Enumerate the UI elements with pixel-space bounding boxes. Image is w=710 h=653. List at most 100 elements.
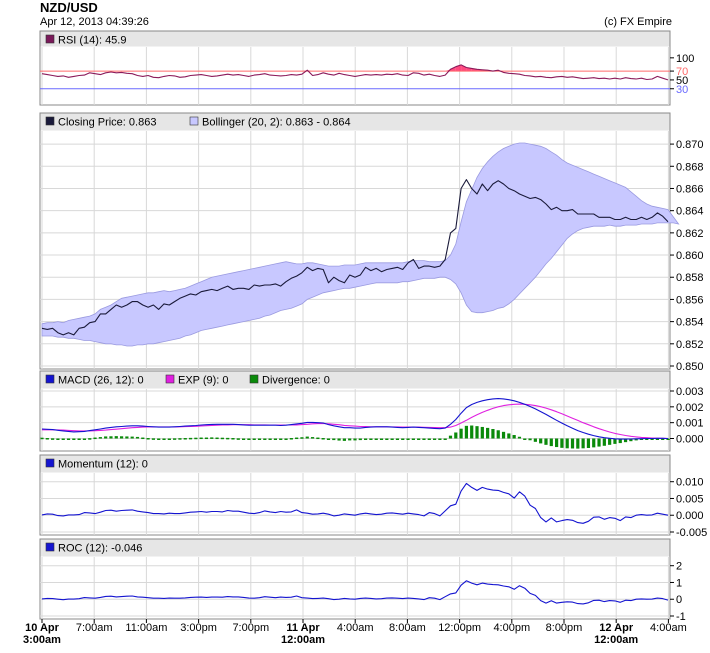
- divergence-bar: [592, 438, 596, 448]
- price-ytick-label: 0.854: [676, 317, 704, 329]
- divergence-bar: [98, 437, 102, 439]
- divergence-bar: [82, 438, 87, 440]
- divergence-bar: [576, 438, 580, 449]
- price-ytick-label: 0.856: [676, 294, 704, 306]
- price-ytick-label: 0.864: [676, 206, 704, 218]
- divergence-bar: [560, 438, 564, 448]
- divergence-bar: [45, 438, 49, 440]
- divergence-bar: [411, 438, 415, 440]
- divergence-bar: [417, 438, 421, 440]
- rsi-legend-bar: [40, 31, 670, 47]
- roc-panel: 210-1ROC (12): -0.046: [39, 538, 686, 623]
- macd-ytick-label: 0.002: [676, 402, 704, 414]
- divergence-bar: [316, 437, 320, 440]
- divergence-bar: [210, 437, 214, 439]
- divergence-bar: [119, 436, 124, 439]
- momentum-ytick-label: 0.010: [676, 477, 704, 489]
- price-ytick-label: 0.862: [676, 228, 704, 240]
- divergence-bar: [517, 436, 522, 439]
- xtick-label: 11:00am: [125, 622, 167, 634]
- divergence-bar: [72, 438, 76, 440]
- rsi-legend-swatch: [45, 34, 55, 44]
- macd-legend-swatch: [249, 374, 259, 384]
- divergence-bar: [432, 438, 437, 440]
- divergence-bar: [454, 432, 458, 439]
- divergence-bar: [226, 437, 230, 440]
- price-legend-swatch: [189, 116, 199, 126]
- divergence-bar: [443, 438, 447, 440]
- divergence-bar: [565, 438, 569, 449]
- divergence-bar: [496, 430, 500, 439]
- indicator-chart: 100705030RSI (14): 45.90.8700.8680.8660.…: [23, 30, 707, 646]
- rsi-legend-label: RSI (14): 45.9: [58, 35, 126, 47]
- divergence-bar: [401, 438, 405, 440]
- divergence-bar: [326, 438, 331, 440]
- price-legend-swatch: [45, 116, 55, 126]
- xtick-label: 8:00am: [389, 622, 426, 634]
- xtick-label: 4:00am: [650, 622, 687, 634]
- divergence-bar: [379, 438, 384, 440]
- macd-legend-swatch: [45, 374, 55, 384]
- divergence-bar: [114, 436, 118, 439]
- roc-ytick-label: 0: [676, 594, 682, 606]
- divergence-bar: [337, 438, 341, 441]
- macd-ytick-label: 0.000: [676, 434, 704, 446]
- xtick-label-date: 12:00am: [594, 634, 638, 646]
- divergence-bar: [448, 435, 453, 439]
- divergence-bar: [528, 438, 532, 441]
- divergence-bar: [305, 436, 309, 439]
- divergence-bar: [204, 437, 209, 440]
- divergence-bar: [162, 438, 166, 440]
- divergence-bar: [88, 438, 92, 440]
- divergence-bar: [422, 438, 426, 440]
- xtick-label: 12:00pm: [438, 622, 481, 634]
- xtick-label-date: 3:00am: [23, 634, 61, 646]
- price-legend-label: Closing Price: 0.863: [58, 117, 156, 129]
- xtick-label: 8:00pm: [546, 622, 583, 634]
- divergence-bar: [512, 435, 516, 439]
- divergence-bar: [549, 438, 553, 447]
- divergence-bar: [220, 437, 224, 440]
- divergence-bar: [289, 438, 293, 440]
- divergence-bar: [257, 438, 262, 440]
- divergence-bar: [491, 429, 495, 439]
- divergence-bar: [586, 438, 591, 448]
- divergence-bar: [570, 438, 575, 449]
- divergence-bar: [475, 426, 479, 439]
- price-ytick-label: 0.850: [676, 361, 704, 373]
- divergence-bar: [358, 438, 362, 441]
- divergence-bar: [194, 437, 198, 440]
- divergence-bar: [66, 438, 71, 440]
- divergence-bar: [77, 438, 81, 440]
- divergence-bar: [56, 438, 60, 440]
- divergence-bar: [268, 438, 272, 440]
- divergence-bar: [395, 438, 400, 440]
- price-ytick-label: 0.860: [676, 250, 704, 262]
- divergence-bar: [470, 425, 474, 439]
- price-ytick-label: 0.866: [676, 183, 704, 195]
- roc-ytick-label: 2: [676, 561, 682, 573]
- rsi-ytick-label: 100: [676, 53, 694, 65]
- divergence-bar: [390, 438, 394, 440]
- divergence-bar: [486, 427, 490, 439]
- divergence-bar: [507, 433, 511, 439]
- macd-panel: 0.003 0.002 0.001 0.000 MACD (26, 12): 0 EXP …: [39, 370, 704, 452]
- divergence-bar: [252, 438, 256, 440]
- divergence-bar: [533, 438, 537, 442]
- divergence-bar: [554, 438, 559, 448]
- divergence-bar: [104, 436, 108, 439]
- divergence-bar: [459, 428, 463, 439]
- divergence-bar: [544, 438, 548, 445]
- divergence-bar: [427, 438, 431, 440]
- divergence-bar: [539, 438, 543, 444]
- momentum-legend-swatch: [45, 458, 55, 468]
- divergence-bar: [157, 438, 161, 440]
- rsi-ytick-label: 30: [676, 84, 688, 96]
- macd-legend-label: MACD (26, 12): 0: [58, 375, 144, 387]
- divergence-bar: [523, 438, 527, 440]
- divergence-bar: [109, 436, 113, 439]
- price-ytick-label: 0.870: [676, 139, 704, 151]
- xtick-label: 7:00am: [76, 622, 113, 634]
- price-ytick-label: 0.852: [676, 339, 704, 351]
- roc-legend-label: ROC (12): -0.046: [58, 543, 142, 555]
